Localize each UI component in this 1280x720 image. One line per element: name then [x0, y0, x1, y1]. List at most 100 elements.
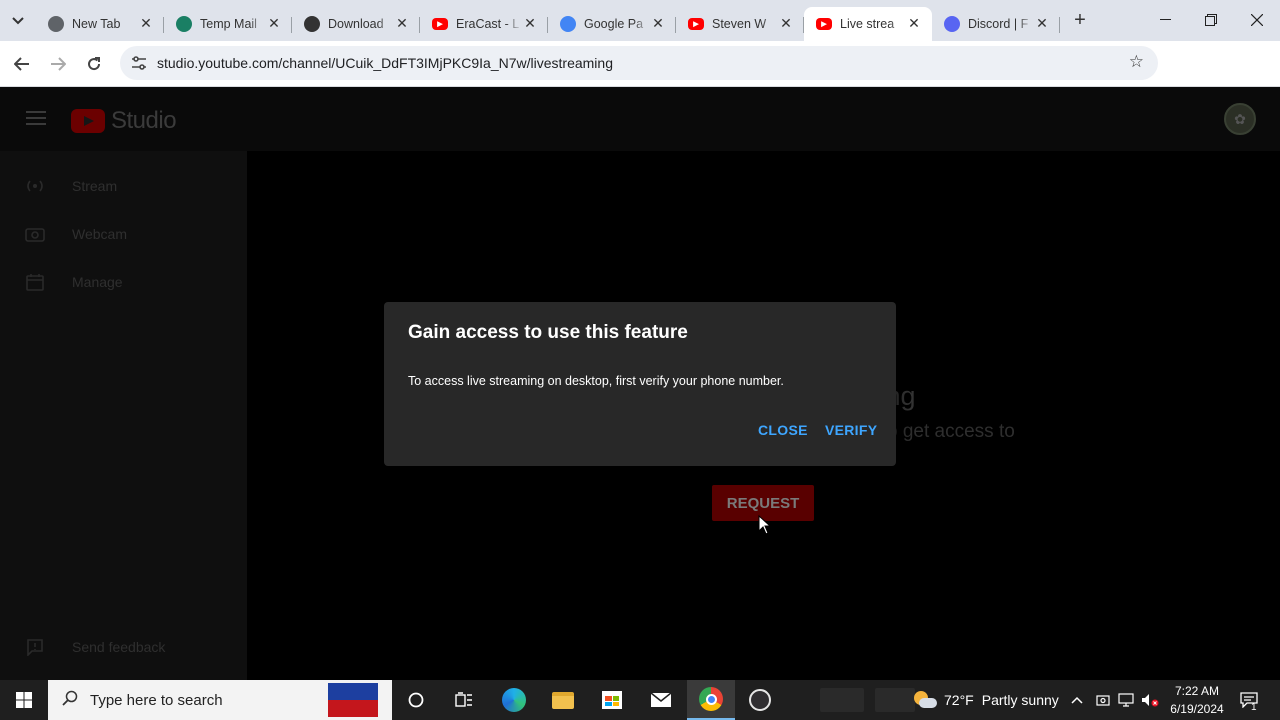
tab-title: Temp Mail: [200, 16, 257, 31]
tab-search-button[interactable]: [0, 1, 36, 41]
browser-tab[interactable]: ▶ EraCast - L ✕: [420, 7, 548, 41]
send-feedback-button[interactable]: Send feedback: [0, 627, 247, 667]
meet-now-button[interactable]: [1096, 680, 1110, 720]
browser-tab-bar: New Tab ✕ Temp Mail ✕ Download ✕ ▶ EraCast - L ✕…: [0, 0, 1280, 41]
youtube-play-icon: [71, 109, 105, 133]
file-explorer-button[interactable]: [539, 680, 587, 720]
windows-logo-icon: [16, 692, 32, 708]
tab-title: New Tab: [72, 16, 121, 31]
chrome-app-button[interactable]: [687, 680, 735, 720]
url-text: studio.youtube.com/channel/UCuik_DdFT3IM…: [157, 55, 613, 71]
mouse-cursor-icon: [758, 515, 772, 535]
notification-center-button[interactable]: 1: [1240, 680, 1258, 720]
clock-time: 7:22 AM: [1174, 684, 1220, 698]
sidebar-item-stream[interactable]: Stream: [0, 166, 247, 206]
bookmark-star-icon[interactable]: ☆: [1129, 52, 1144, 72]
menu-icon[interactable]: [26, 111, 46, 125]
close-window-button[interactable]: [1234, 0, 1280, 40]
youtube-icon: ▶: [816, 17, 832, 30]
close-tab-icon[interactable]: ✕: [266, 15, 282, 32]
sidebar-item-label: Webcam: [72, 226, 127, 242]
reload-button[interactable]: [76, 46, 112, 82]
arrow-left-icon: [14, 57, 29, 71]
start-button[interactable]: [0, 680, 48, 720]
tab-title: Steven W: [712, 16, 767, 31]
feedback-icon: [24, 636, 46, 658]
edge-app-button[interactable]: [490, 680, 538, 720]
close-tab-icon[interactable]: ✕: [138, 15, 154, 32]
youtube-studio-logo[interactable]: Studio: [71, 107, 177, 135]
sidebar-item-label: Stream: [72, 178, 118, 194]
discord-icon: [944, 15, 960, 32]
sidebar-item-webcam[interactable]: Webcam: [0, 214, 247, 254]
channel-avatar[interactable]: ✿: [1224, 103, 1256, 135]
livestream-subtitle: o get access to: [887, 421, 1015, 442]
taskbar-search-box[interactable]: Type here to search: [48, 680, 392, 720]
search-placeholder: Type here to search: [90, 691, 223, 709]
browser-tab[interactable]: Discord | F ✕: [932, 7, 1060, 41]
clock-date: 6/19/2024: [1170, 702, 1224, 716]
restore-icon: [1205, 14, 1217, 26]
obs-icon: [749, 689, 771, 711]
browser-tab[interactable]: Google Pa ✕: [548, 7, 676, 41]
verify-button[interactable]: VERIFY: [825, 422, 877, 440]
back-button[interactable]: [4, 46, 40, 82]
new-tab-button[interactable]: +: [1064, 5, 1096, 37]
close-button[interactable]: CLOSE: [758, 422, 808, 440]
youtube-icon: ▶: [432, 17, 448, 30]
restore-button[interactable]: [1188, 0, 1234, 40]
minimize-button[interactable]: [1142, 0, 1188, 40]
gain-access-dialog: Gain access to use this feature To acces…: [384, 302, 896, 466]
chevron-down-icon: [12, 16, 24, 24]
network-icon: [1118, 693, 1134, 707]
windows-taskbar: Type here to search 72°F Partly sunny 7:…: [0, 680, 1280, 720]
cortana-button[interactable]: [392, 680, 440, 720]
mail-icon: [650, 692, 672, 707]
browser-tab[interactable]: Download ✕: [292, 7, 420, 41]
volume-muted-icon: [1142, 694, 1159, 707]
folder-icon: [552, 691, 574, 709]
close-tab-icon[interactable]: ✕: [906, 15, 922, 32]
tab-title: Google Pa: [584, 16, 644, 31]
task-view-button[interactable]: [440, 680, 488, 720]
mail-app-button[interactable]: [637, 680, 685, 720]
weather-widget[interactable]: 72°F Partly sunny: [912, 680, 1059, 720]
download-site-icon: [304, 15, 320, 32]
tab-title: Discord | F: [968, 16, 1029, 31]
forward-button[interactable]: [40, 46, 76, 82]
close-tab-icon[interactable]: ✕: [650, 15, 666, 32]
browser-tab[interactable]: New Tab ✕: [36, 7, 164, 41]
close-tab-icon[interactable]: ✕: [778, 15, 794, 32]
system-clock[interactable]: 7:22 AM 6/19/2024: [1160, 682, 1234, 718]
address-bar[interactable]: studio.youtube.com/channel/UCuik_DdFT3IM…: [120, 46, 1158, 80]
store-app-button[interactable]: [588, 680, 636, 720]
minimize-icon: [1159, 19, 1171, 20]
chevron-up-icon: [1071, 696, 1083, 704]
cortana-circle-icon: [408, 692, 424, 708]
store-bag-icon: [602, 691, 622, 709]
taskbar-faded-item: [820, 688, 864, 712]
chrome-icon: [699, 687, 723, 711]
browser-tab[interactable]: ▶ Steven W ✕: [676, 7, 804, 41]
network-button[interactable]: [1118, 680, 1134, 720]
sidebar-item-label: Manage: [72, 274, 123, 290]
close-tab-icon[interactable]: ✕: [394, 15, 410, 32]
search-highlight-image: [328, 683, 378, 717]
close-tab-icon[interactable]: ✕: [1034, 15, 1050, 32]
site-settings-icon[interactable]: [128, 52, 150, 74]
browser-tab[interactable]: Temp Mail ✕: [164, 7, 292, 41]
volume-button[interactable]: [1141, 680, 1159, 720]
edge-icon: [502, 688, 526, 712]
browser-toolbar: studio.youtube.com/channel/UCuik_DdFT3IM…: [0, 41, 1280, 115]
browser-tab[interactable]: ▶ Live strea ✕: [804, 6, 932, 41]
sidebar-item-manage[interactable]: Manage: [0, 262, 247, 302]
weather-temperature: 72°F: [944, 692, 974, 708]
task-view-icon: [455, 692, 472, 707]
obs-app-button[interactable]: [736, 680, 784, 720]
broadcast-icon: [24, 175, 46, 197]
show-hidden-icons-button[interactable]: [1071, 680, 1083, 720]
arrow-right-icon: [51, 57, 66, 71]
close-tab-icon[interactable]: ✕: [522, 15, 538, 32]
partly-sunny-icon: [912, 689, 938, 711]
calendar-icon: [24, 271, 46, 293]
